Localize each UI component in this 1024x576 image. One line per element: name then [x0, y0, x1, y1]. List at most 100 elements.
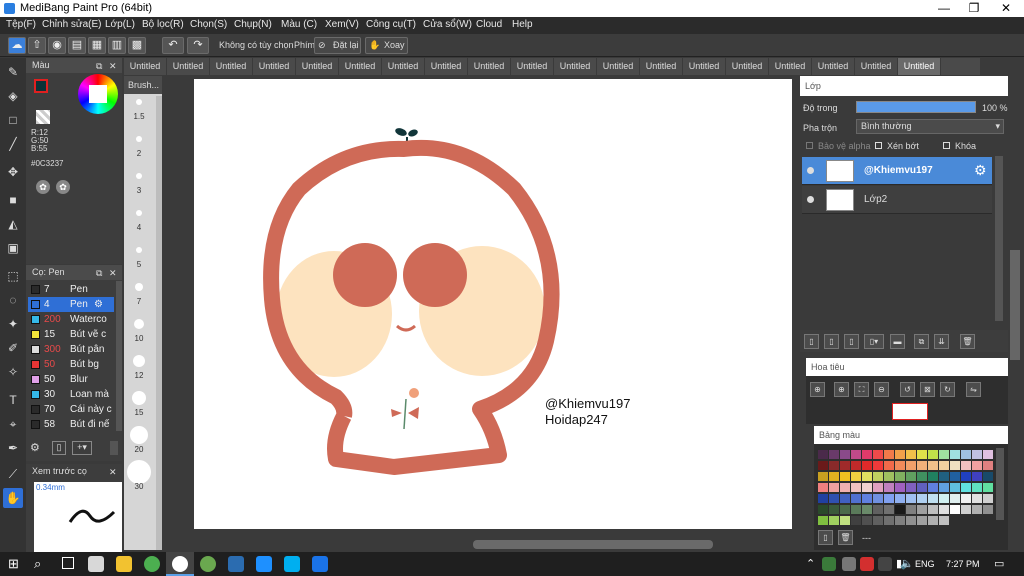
palette-swatch[interactable]	[917, 516, 927, 525]
brush-size-dot[interactable]	[132, 391, 146, 405]
palette-swatch[interactable]	[884, 494, 894, 503]
palette-swatch[interactable]	[862, 461, 872, 470]
brush-item[interactable]: 7 Pen	[28, 282, 114, 297]
tab-untitled[interactable]: Untitled	[683, 58, 726, 75]
palette-swatch[interactable]	[862, 483, 872, 492]
palette-swatch[interactable]	[884, 505, 894, 514]
undock-icon[interactable]: ⧉	[96, 266, 102, 281]
drawing-canvas[interactable]: @Khiemvu197 Hoidap247	[194, 79, 792, 529]
new-palette-icon[interactable]: ▯	[818, 530, 833, 545]
palette-swatch[interactable]	[906, 516, 916, 525]
grid-icon[interactable]: ▥	[108, 37, 126, 54]
brush-item[interactable]: 50 Bút bg	[28, 357, 114, 372]
skype-icon[interactable]	[284, 556, 300, 572]
clock[interactable]: 7:27 PM	[946, 559, 980, 569]
palette-swatch[interactable]	[862, 494, 872, 503]
palette-swatch[interactable]	[884, 472, 894, 481]
palette-swatch[interactable]	[917, 472, 927, 481]
palette-swatch[interactable]	[840, 494, 850, 503]
divide-tool-icon[interactable]: ⟋	[3, 464, 23, 484]
palette-swatch[interactable]	[939, 461, 949, 470]
palette-swatch[interactable]	[983, 483, 993, 492]
palette-swatch[interactable]	[950, 472, 960, 481]
menu-window[interactable]: Cửa sổ(W)	[423, 19, 472, 30]
menu-file[interactable]: Tệp(F)	[6, 19, 36, 30]
close-icon[interactable]: ✕	[109, 465, 117, 480]
new-halftone-layer-icon[interactable]: ▯	[824, 334, 839, 349]
brush-size-dot[interactable]	[130, 426, 148, 444]
palette-swatch[interactable]	[939, 505, 949, 514]
close-icon[interactable]: ✕	[109, 59, 117, 74]
clipping-checkbox[interactable]	[875, 142, 882, 149]
tray-icon-v[interactable]	[860, 557, 874, 571]
palette-swatch[interactable]	[983, 505, 993, 514]
palette-swatch[interactable]	[818, 516, 828, 525]
add-brush-icon[interactable]: +▾	[72, 441, 92, 455]
new-brush-icon[interactable]: ▯	[52, 441, 66, 455]
palette-swatch[interactable]	[895, 494, 905, 503]
app-icon-blue[interactable]	[228, 556, 244, 572]
palette-swatch[interactable]	[895, 461, 905, 470]
palette-swatch[interactable]	[983, 461, 993, 470]
new-8bit-layer-icon[interactable]: ▯	[844, 334, 859, 349]
palette-swatch[interactable]	[928, 505, 938, 514]
palette-swatch[interactable]	[917, 483, 927, 492]
palette-swatch[interactable]	[928, 483, 938, 492]
delete-layer-icon[interactable]: 🗑	[960, 334, 975, 349]
transparent-swatch[interactable]	[36, 110, 50, 124]
palette-swatch[interactable]	[950, 450, 960, 459]
active-app-slot[interactable]	[166, 552, 194, 576]
shape-tool-icon[interactable]: □	[3, 110, 23, 130]
add-layer-menu-icon[interactable]: ▯▾	[864, 334, 884, 349]
visibility-icon[interactable]	[807, 196, 814, 203]
brush-item[interactable]: 58 Bút đi nế	[28, 417, 114, 432]
cloud-icon[interactable]: ☁	[8, 37, 26, 54]
notification-icon[interactable]: ▭	[994, 557, 1004, 570]
palette-swatch[interactable]	[851, 450, 861, 459]
restore-button[interactable]: ❐	[958, 0, 990, 17]
navigator-thumbnail[interactable]	[892, 403, 928, 420]
gradient-tool-icon[interactable]: ▣	[3, 238, 23, 258]
fit-icon[interactable]: ⛶	[854, 382, 869, 397]
palette-swatch[interactable]	[939, 450, 949, 459]
tab-untitled[interactable]: Untitled	[296, 58, 339, 75]
palette-swatch[interactable]	[862, 505, 872, 514]
brush-settings-icon[interactable]: ⚙	[30, 441, 44, 455]
palette-swatch[interactable]	[851, 516, 861, 525]
palette-swatch[interactable]	[939, 516, 949, 525]
tab-untitled[interactable]: Untitled	[124, 58, 167, 75]
palette-swatch[interactable]	[895, 505, 905, 514]
menu-view[interactable]: Xem(V)	[325, 19, 359, 30]
reset-button[interactable]: ⊘ Đặt lại	[314, 37, 361, 54]
brush-trash-icon[interactable]	[110, 441, 118, 455]
select-eraser-icon[interactable]: ✧	[3, 362, 23, 382]
opacity-slider[interactable]	[856, 101, 976, 113]
palette-swatch[interactable]	[983, 450, 993, 459]
menu-color[interactable]: Màu (C)	[281, 19, 317, 30]
tab-untitled[interactable]: Untitled	[855, 58, 898, 75]
blend-select[interactable]: Bình thường ▾	[856, 119, 1004, 134]
palette-swatch[interactable]	[818, 494, 828, 503]
palette-swatch[interactable]	[906, 461, 916, 470]
menu-edit[interactable]: Chỉnh sửa(E)	[42, 19, 102, 30]
palette-swatch[interactable]	[818, 450, 828, 459]
lock-checkbox[interactable]	[943, 142, 950, 149]
brush-list-scrollbar[interactable]	[116, 281, 122, 431]
foreground-color-swatch[interactable]	[34, 79, 48, 93]
palette-swatch[interactable]	[829, 494, 839, 503]
tab-untitled[interactable]: Untitled	[726, 58, 769, 75]
palette-swatch[interactable]	[928, 450, 938, 459]
app-icon-drop[interactable]	[312, 556, 328, 572]
share-icon[interactable]: ⇧	[28, 37, 46, 54]
brush-size-dot[interactable]	[127, 460, 151, 484]
palette-swatch[interactable]	[906, 450, 916, 459]
palette-swatch[interactable]	[972, 472, 982, 481]
tab-untitled[interactable]: Untitled	[769, 58, 812, 75]
palette-swatch[interactable]	[862, 450, 872, 459]
palette-swatch[interactable]	[829, 505, 839, 514]
file-explorer-icon[interactable]	[116, 556, 132, 572]
protect-alpha-checkbox[interactable]	[806, 142, 813, 149]
eraser-tool-icon[interactable]: ◈	[3, 86, 23, 106]
tab-untitled[interactable]: Untitled	[210, 58, 253, 75]
rotate-right-icon[interactable]: ↻	[940, 382, 955, 397]
